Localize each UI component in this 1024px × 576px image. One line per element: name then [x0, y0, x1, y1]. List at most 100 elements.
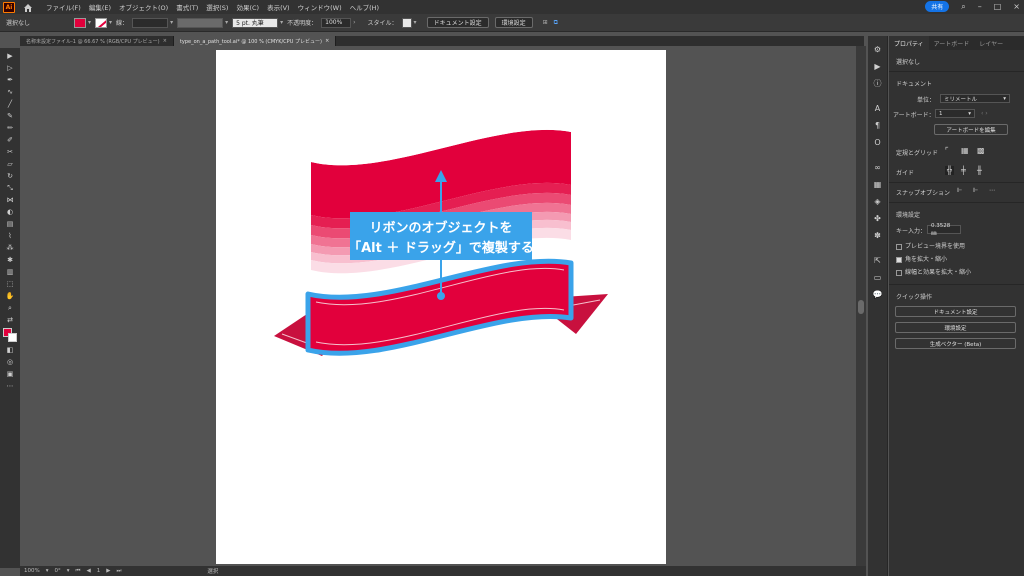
menu-type[interactable]: 書式(T) — [176, 2, 198, 12]
generative-vector-button[interactable]: 生成ベクター (Beta) — [895, 338, 1016, 349]
chevron-down-icon[interactable]: ▾ — [280, 19, 283, 26]
more-tools-icon[interactable]: ⋯ — [4, 382, 16, 390]
scale-strokes-checkbox[interactable]: 線幅と効果を拡大・縮小 — [896, 267, 971, 276]
info-icon[interactable]: ⓘ — [874, 78, 882, 88]
tab-untitled-1[interactable]: 名称未設定ファイル-1 @ 66.67 % (RGB/CPU プレビュー) × — [20, 36, 174, 46]
swatches-icon[interactable]: ◈ — [874, 196, 880, 206]
color-mode-icon[interactable]: ◧ — [4, 346, 16, 354]
home-icon[interactable] — [22, 2, 34, 12]
menu-window[interactable]: ウィンドウ(W) — [298, 2, 342, 12]
quick-document-settings-button[interactable]: ドキュメント設定 — [895, 306, 1016, 317]
graph-tool-icon[interactable]: ▥ — [4, 268, 16, 276]
paintbrush-tool-icon[interactable]: ✎ — [4, 112, 16, 120]
close-icon[interactable]: × — [163, 38, 167, 44]
paragraph-icon[interactable]: ¶ — [875, 120, 880, 130]
symbol-sprayer-tool-icon[interactable]: ✱ — [4, 256, 16, 264]
tab-properties[interactable]: プロパティ — [889, 36, 929, 50]
artboard-number[interactable]: 1 — [97, 568, 101, 574]
edit-artboard-button[interactable]: アートボードを編集 — [934, 124, 1008, 135]
fill-stroke-swatches[interactable] — [3, 328, 17, 342]
blend-tool-icon[interactable]: ⁂ — [4, 244, 16, 252]
rotate-view[interactable]: 0° — [55, 568, 61, 574]
width-tool-icon[interactable]: ⋈ — [4, 196, 16, 204]
minimize-button[interactable]: – — [978, 2, 982, 11]
close-icon[interactable]: × — [325, 38, 329, 44]
shaper-tool-icon[interactable]: ✐ — [4, 136, 16, 144]
rotate-tool-icon[interactable]: ↻ — [4, 172, 16, 180]
arrange-documents-icon[interactable]: ⊞ — [543, 19, 548, 26]
scroll-thumb[interactable] — [858, 300, 864, 314]
symbols-icon[interactable]: ✽ — [874, 230, 881, 240]
pixel-grid-icon[interactable]: ▩ — [977, 146, 985, 155]
snap-grid-icon[interactable]: ⊩ — [973, 187, 978, 194]
next-artboard-icon[interactable]: ▶ — [106, 568, 110, 574]
play-icon[interactable]: ▶ — [874, 61, 880, 71]
key-input-field[interactable]: 0.3528 ㎜ — [927, 223, 961, 237]
stroke-weight-field[interactable] — [132, 17, 169, 28]
pen-tool-icon[interactable]: ✒ — [4, 76, 16, 84]
last-artboard-icon[interactable]: ⏭ — [116, 568, 121, 575]
comments-icon[interactable]: 💬 — [873, 289, 883, 299]
draw-mode-icon[interactable]: ◎ — [4, 358, 16, 366]
chevron-right-icon[interactable]: › — [353, 19, 355, 26]
tab-artboards[interactable]: アートボード — [929, 36, 975, 50]
preview-bounds-checkbox[interactable]: プレビュー境界を使用 — [896, 241, 965, 250]
first-artboard-icon[interactable]: ⏮ — [76, 568, 81, 575]
tab-layers[interactable]: レイヤー — [974, 36, 1008, 50]
stroke-swatch[interactable] — [8, 333, 17, 342]
chevron-down-icon[interactable]: ▾ — [225, 19, 228, 26]
checkbox-checked[interactable] — [896, 256, 902, 263]
direct-selection-tool-icon[interactable]: ▷ — [4, 64, 16, 72]
quick-preferences-button[interactable]: 環境設定 — [895, 322, 1016, 333]
menu-file[interactable]: ファイル(F) — [46, 2, 81, 12]
libraries-icon[interactable]: ▭ — [874, 272, 882, 282]
ribbon-main[interactable] — [305, 258, 574, 356]
opacity-field[interactable]: 100% — [321, 17, 352, 28]
scale-tool-icon[interactable]: ⤡ — [4, 184, 16, 192]
canvas[interactable]: リボンのオブジェクトを 「Alt ＋ ドラッグ」で複製する — [20, 46, 856, 566]
zoom-tool-icon[interactable]: ⌕ — [4, 304, 16, 312]
show-guides-icon[interactable]: ╬ — [945, 166, 954, 175]
lock-guides-icon[interactable]: ╪ — [961, 166, 966, 175]
style-swatch[interactable] — [401, 17, 412, 28]
export-icon[interactable]: ⇱ — [874, 255, 881, 265]
gradient-tool-icon[interactable]: ▤ — [4, 220, 16, 228]
swap-fill-stroke-icon[interactable]: ⇄ — [4, 316, 16, 324]
menu-effect[interactable]: 効果(C) — [236, 2, 259, 12]
chevron-down-icon[interactable]: ▾ — [109, 19, 112, 26]
menu-object[interactable]: オブジェクト(O) — [119, 2, 168, 12]
ribbon-artwork[interactable]: リボンのオブジェクトを 「Alt ＋ ドラッグ」で複製する — [216, 50, 666, 564]
layers-icon[interactable]: ▦ — [874, 179, 882, 189]
share-button[interactable]: 共有 — [925, 1, 950, 12]
search-icon[interactable]: ⌕ — [961, 2, 965, 12]
tab-type-on-a-path[interactable]: type_on_a_path_tool.ai* @ 100 % (CMYK/CP… — [173, 36, 337, 46]
checkbox[interactable] — [896, 269, 902, 276]
fill-swatch[interactable] — [74, 17, 87, 28]
menu-help[interactable]: ヘルプ(H) — [350, 2, 379, 12]
properties-icon[interactable]: ⚙ — [874, 44, 881, 54]
scissors-tool-icon[interactable]: ✂ — [4, 148, 16, 156]
maximize-button[interactable]: □ — [994, 2, 1002, 11]
shape-builder-tool-icon[interactable]: ◐ — [4, 208, 16, 216]
close-button[interactable]: × — [1013, 2, 1020, 11]
opentype-icon[interactable]: O — [874, 137, 880, 147]
chevron-down-icon[interactable]: ▾ — [414, 19, 417, 26]
checkbox[interactable] — [896, 243, 902, 250]
screen-mode-icon[interactable]: ▣ — [4, 370, 16, 378]
smart-guides-icon[interactable]: ╫ — [977, 166, 982, 175]
hand-tool-icon[interactable]: ✋ — [4, 292, 16, 300]
document-settings-button[interactable]: ドキュメント設定 — [426, 17, 489, 28]
brushes-icon[interactable]: ✤ — [874, 213, 881, 223]
chevron-down-icon[interactable]: ▾ — [67, 568, 70, 574]
chevron-down-icon[interactable]: ▾ — [170, 19, 173, 26]
eyedropper-tool-icon[interactable]: ⌇ — [4, 232, 16, 240]
links-icon[interactable]: ∞ — [874, 162, 881, 172]
scale-corners-checkbox[interactable]: 角を拡大・縮小 — [896, 254, 947, 263]
vertical-scrollbar[interactable] — [856, 46, 866, 566]
line-tool-icon[interactable]: ╱ — [4, 100, 16, 108]
chevron-down-icon[interactable]: ▾ — [46, 568, 49, 574]
curvature-tool-icon[interactable]: ∿ — [4, 88, 16, 96]
pencil-tool-icon[interactable]: ✏ — [4, 124, 16, 132]
prev-artboard-icon[interactable]: ◀ — [86, 568, 90, 574]
selection-tool-icon[interactable]: ▶ — [4, 52, 16, 60]
